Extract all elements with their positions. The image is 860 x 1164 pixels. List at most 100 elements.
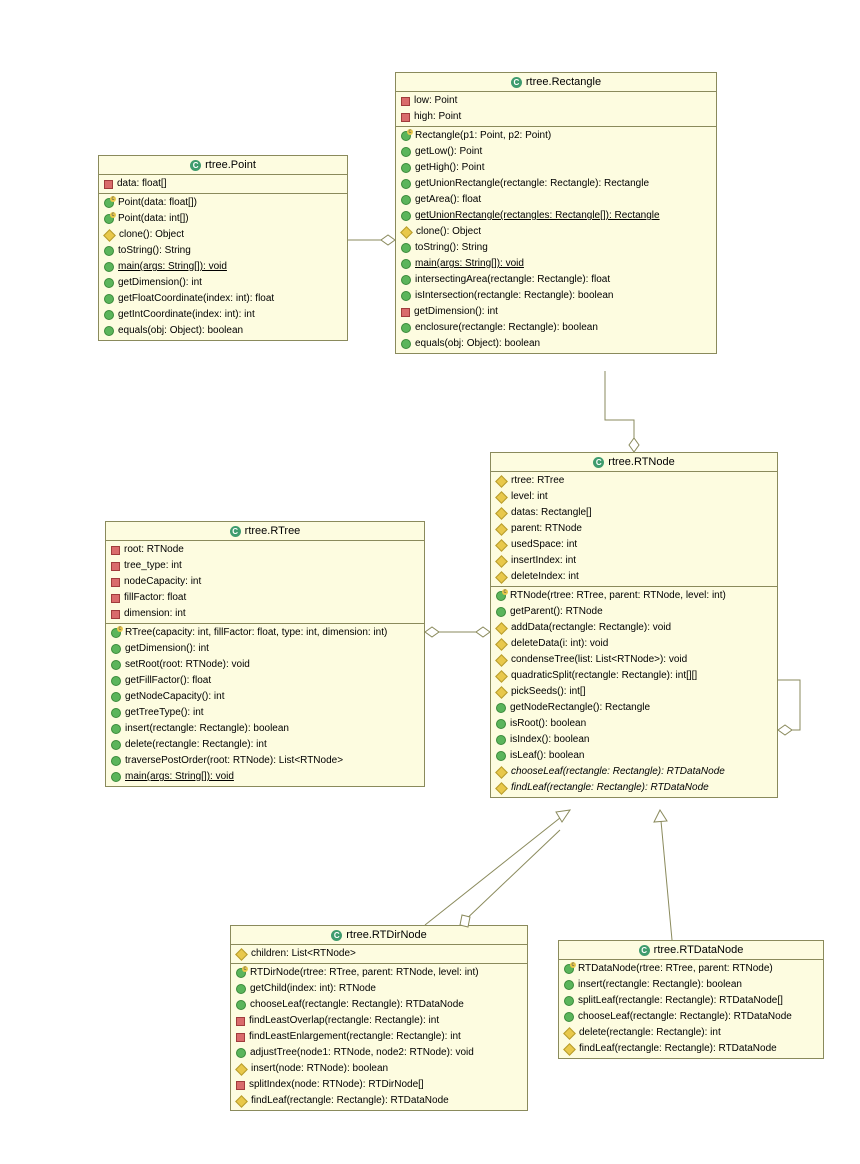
member-text: datas: Rectangle[]: [511, 506, 592, 520]
member-row: deleteIndex: int: [491, 569, 777, 585]
member-text: toString(): String: [118, 244, 191, 258]
member-row: getIntCoordinate(index: int): int: [99, 307, 347, 323]
member-text: main(args: String[]): void: [415, 257, 524, 271]
yellow-diamond-icon: [495, 523, 508, 536]
member-row: splitLeaf(rectangle: Rectangle): RTDataN…: [559, 993, 823, 1009]
member-text: equals(obj: Object): boolean: [118, 324, 243, 338]
yellow-diamond-icon: [495, 782, 508, 795]
class-name: rtree.Rectangle: [526, 76, 601, 88]
member-text: RTDataNode(rtree: RTree, parent: RTNode): [578, 962, 773, 976]
red-square-icon: [111, 610, 120, 619]
green-circle-icon: [496, 735, 506, 745]
member-row: nodeCapacity: int: [106, 574, 424, 590]
class-title: C rtree.RTDataNode: [559, 941, 823, 960]
methods-section: Rectangle(p1: Point, p2: Point)getLow():…: [396, 127, 716, 353]
member-text: findLeastOverlap(rectangle: Rectangle): …: [249, 1014, 439, 1028]
member-text: getIntCoordinate(index: int): int: [118, 308, 255, 322]
member-row: chooseLeaf(rectangle: Rectangle): RTData…: [559, 1009, 823, 1025]
member-row: findLeaf(rectangle: Rectangle): RTDataNo…: [231, 1093, 527, 1109]
methods-section: RTree(capacity: int, fillFactor: float, …: [106, 624, 424, 786]
class-name: rtree.RTDirNode: [346, 929, 427, 941]
class-title: C rtree.Rectangle: [396, 73, 716, 92]
member-row: low: Point: [396, 93, 716, 109]
member-row: RTNode(rtree: RTree, parent: RTNode, lev…: [491, 588, 777, 604]
member-row: getParent(): RTNode: [491, 604, 777, 620]
green-circle-icon: [496, 607, 506, 617]
red-square-icon: [236, 1033, 245, 1042]
red-square-icon: [111, 578, 120, 587]
member-text: delete(rectangle: Rectangle): int: [125, 738, 267, 752]
green-circle-icon: [401, 291, 411, 301]
member-row: isRoot(): boolean: [491, 716, 777, 732]
green-circle-icon: [496, 591, 506, 601]
fields-section: root: RTNodetree_type: intnodeCapacity: …: [106, 541, 424, 624]
member-row: insert(node: RTNode): boolean: [231, 1061, 527, 1077]
member-row: delete(rectangle: Rectangle): int: [106, 737, 424, 753]
member-text: data: float[]: [117, 177, 166, 191]
member-text: getFillFactor(): float: [125, 674, 211, 688]
class-rectangle: C rtree.Rectangle low: Pointhigh: Point …: [395, 72, 717, 354]
member-text: RTNode(rtree: RTree, parent: RTNode, lev…: [510, 589, 726, 603]
yellow-diamond-icon: [495, 654, 508, 667]
member-row: insert(rectangle: Rectangle): boolean: [106, 721, 424, 737]
green-circle-icon: [104, 246, 114, 256]
yellow-diamond-icon: [495, 555, 508, 568]
yellow-diamond-icon: [495, 539, 508, 552]
member-text: splitLeaf(rectangle: Rectangle): RTDataN…: [578, 994, 783, 1008]
class-title: C rtree.RTDirNode: [231, 926, 527, 945]
green-circle-icon: [111, 772, 121, 782]
green-circle-icon: [236, 968, 246, 978]
class-rtdatanode: C rtree.RTDataNode RTDataNode(rtree: RTr…: [558, 940, 824, 1059]
member-text: getNodeCapacity(): int: [125, 690, 225, 704]
member-row: getNodeCapacity(): int: [106, 689, 424, 705]
member-text: addData(rectangle: Rectangle): void: [511, 621, 671, 635]
member-row: getHigh(): Point: [396, 160, 716, 176]
yellow-diamond-icon: [495, 475, 508, 488]
green-circle-icon: [111, 692, 121, 702]
member-text: getArea(): float: [415, 193, 481, 207]
member-text: findLeaf(rectangle: Rectangle): RTDataNo…: [579, 1042, 777, 1056]
member-row: getArea(): float: [396, 192, 716, 208]
member-text: splitIndex(node: RTNode): RTDirNode[]: [249, 1078, 424, 1092]
member-row: root: RTNode: [106, 542, 424, 558]
green-circle-icon: [236, 1048, 246, 1058]
green-circle-icon: [564, 964, 574, 974]
green-circle-icon: [111, 660, 121, 670]
member-text: nodeCapacity: int: [124, 575, 201, 589]
class-name: rtree.Point: [205, 159, 256, 171]
member-row: getDimension(): int: [396, 304, 716, 320]
member-row: findLeaf(rectangle: Rectangle): RTDataNo…: [491, 780, 777, 796]
member-row: intersectingArea(rectangle: Rectangle): …: [396, 272, 716, 288]
green-circle-icon: [401, 211, 411, 221]
member-text: main(args: String[]): void: [118, 260, 227, 274]
member-text: low: Point: [414, 94, 457, 108]
member-row: clone(): Object: [99, 227, 347, 243]
green-circle-icon: [236, 984, 246, 994]
member-row: Point(data: int[]): [99, 211, 347, 227]
green-circle-icon: [401, 339, 411, 349]
member-row: isIndex(): boolean: [491, 732, 777, 748]
green-circle-icon: [401, 323, 411, 333]
member-row: getChild(index: int): RTNode: [231, 981, 527, 997]
yellow-diamond-icon: [495, 622, 508, 635]
green-circle-icon: [104, 214, 114, 224]
member-row: quadraticSplit(rectangle: Rectangle): in…: [491, 668, 777, 684]
green-circle-icon: [104, 198, 114, 208]
green-circle-icon: [104, 262, 114, 272]
green-circle-icon: [401, 259, 411, 269]
red-square-icon: [236, 1017, 245, 1026]
fields-section: children: List<RTNode>: [231, 945, 527, 964]
class-icon: C: [190, 160, 201, 171]
member-row: equals(obj: Object): boolean: [99, 323, 347, 339]
member-row: RTDirNode(rtree: RTree, parent: RTNode, …: [231, 965, 527, 981]
member-text: getHigh(): Point: [415, 161, 484, 175]
member-row: chooseLeaf(rectangle: Rectangle): RTData…: [491, 764, 777, 780]
member-row: chooseLeaf(rectangle: Rectangle): RTData…: [231, 997, 527, 1013]
member-text: isRoot(): boolean: [510, 717, 586, 731]
class-title: C rtree.RTree: [106, 522, 424, 541]
member-text: intersectingArea(rectangle: Rectangle): …: [415, 273, 610, 287]
member-row: RTDataNode(rtree: RTree, parent: RTNode): [559, 961, 823, 977]
member-text: isIndex(): boolean: [510, 733, 590, 747]
member-text: chooseLeaf(rectangle: Rectangle): RTData…: [578, 1010, 792, 1024]
green-circle-icon: [401, 131, 411, 141]
